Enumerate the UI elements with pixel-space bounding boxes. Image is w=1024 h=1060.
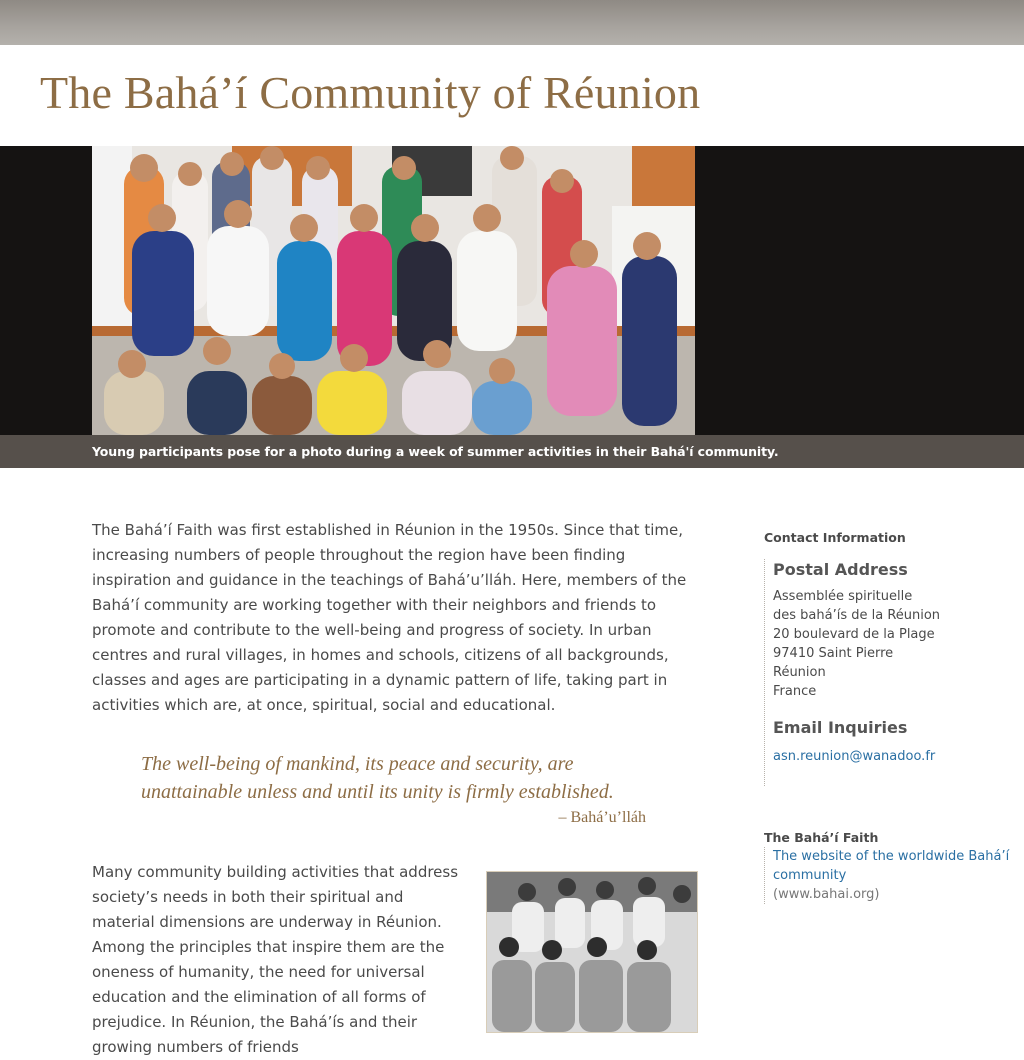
address-line: Assemblée spirituelle: [773, 589, 913, 604]
body-paragraph: Many community building activities that …: [92, 863, 459, 1056]
quote-author: – Bahá’u’lláh: [558, 809, 646, 826]
group-photo: [486, 871, 698, 1033]
address-line: Réunion: [773, 665, 826, 680]
bahai-website-url: (www.bahai.org): [773, 887, 880, 902]
email-inquiries-title: Email Inquiries: [773, 718, 908, 737]
address-line: 20 boulevard de la Plage: [773, 627, 935, 642]
bahai-website-link[interactable]: The website of the worldwide Bahá’í comm…: [773, 847, 1014, 885]
intro-paragraph: The Bahá’í Faith was first established i…: [92, 521, 687, 714]
postal-address-title: Postal Address: [773, 560, 908, 579]
quote-block: The well-being of mankind, its peace and…: [141, 750, 646, 830]
hero-photo: [92, 146, 695, 435]
caption-bar: Young participants pose for a photo duri…: [0, 435, 1024, 468]
address-line: France: [773, 684, 817, 699]
contact-heading: Contact Information: [764, 530, 906, 545]
faith-section: The Bahá’í Faith The website of the worl…: [764, 830, 1014, 904]
hero-banner: [0, 146, 1024, 435]
quote-text: The well-being of mankind, its peace and…: [141, 753, 614, 803]
faith-block: The website of the worldwide Bahá’í comm…: [764, 847, 1014, 904]
email-link[interactable]: asn.reunion@wanadoo.fr: [773, 749, 935, 764]
faith-heading: The Bahá’í Faith: [764, 830, 879, 845]
contact-sidebar: Contact Information Postal Address Assem…: [764, 530, 1014, 786]
hero-caption: Young participants pose for a photo duri…: [92, 444, 779, 459]
address-line: des bahá’ís de la Réunion: [773, 608, 941, 623]
page-title[interactable]: The Bahá’í Community of Réunion: [40, 66, 700, 119]
top-bar: [0, 0, 1024, 45]
contact-block: Postal Address Assemblée spirituelle des…: [764, 559, 1014, 786]
address-line: 97410 Saint Pierre: [773, 646, 894, 661]
